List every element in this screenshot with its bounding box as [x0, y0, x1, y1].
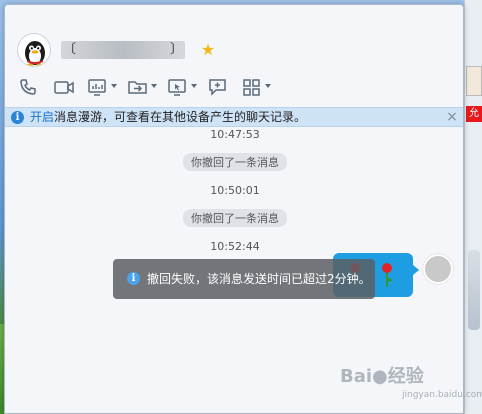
- contact-name[interactable]: 〔 〕: [61, 41, 185, 59]
- info-icon: i: [127, 272, 140, 285]
- roaming-info-message: 消息漫游，可查看在其他设备产生的聊天记录。: [54, 110, 307, 124]
- rose-emoji-icon: [382, 263, 392, 287]
- screen-share-button[interactable]: [83, 75, 113, 99]
- background-window-avatar: [466, 66, 482, 96]
- contact-name-bracket-left: 〔: [63, 42, 77, 57]
- message-timestamp: 10:50:01: [210, 184, 260, 197]
- recall-failed-toast: i 撤回失败，该消息发送时间已超过2分钟。: [113, 259, 375, 299]
- background-window-scrollbar: [468, 250, 480, 330]
- penguin-icon: [25, 41, 45, 66]
- voice-call-button[interactable]: [13, 75, 43, 99]
- info-icon: i: [11, 111, 24, 124]
- recall-notice: 你撤回了一条消息: [183, 153, 287, 171]
- self-avatar[interactable]: [423, 254, 453, 284]
- chat-header: 〔 〕 ★: [5, 5, 463, 105]
- close-icon[interactable]: ×: [445, 108, 459, 126]
- message-timestamp: 10:47:53: [210, 128, 260, 141]
- watermark-url: jingyan.baidu.com: [402, 390, 482, 400]
- create-group-button[interactable]: [203, 75, 233, 99]
- screen-share-icon: [88, 79, 106, 96]
- enable-roaming-link[interactable]: 开启: [30, 110, 54, 124]
- background-window-badge: 允: [466, 106, 482, 122]
- message-timestamp: 10:52:44: [210, 240, 260, 253]
- remote-assist-icon: [168, 79, 186, 96]
- roaming-info-bar: i 开启消息漫游，可查看在其他设备产生的聊天记录。 ×: [5, 107, 463, 127]
- background-window-edge[interactable]: [464, 0, 482, 414]
- remote-assist-dropdown-arrow[interactable]: [191, 84, 197, 88]
- roaming-info-text: 开启消息漫游，可查看在其他设备产生的聊天记录。: [30, 108, 306, 126]
- remote-assist-button[interactable]: [163, 75, 193, 99]
- phone-icon: [20, 79, 36, 95]
- file-transfer-dropdown-arrow[interactable]: [151, 84, 157, 88]
- star-icon[interactable]: ★: [199, 41, 217, 59]
- chat-toolbar: [13, 75, 313, 101]
- create-group-icon: [209, 79, 226, 96]
- app-grid-icon: [243, 79, 260, 96]
- app-grid-button[interactable]: [237, 75, 267, 99]
- contact-avatar[interactable]: [17, 33, 51, 67]
- chat-window: 〔 〕 ★ i 开启消息漫游，可查看在其他设备产生的聊天记录。 × 10:47:…: [4, 4, 464, 414]
- toast-message: 撤回失败，该消息发送时间已超过2分钟。: [147, 272, 371, 286]
- contact-name-bracket-right: 〕: [169, 42, 183, 57]
- video-icon: [54, 81, 74, 94]
- file-transfer-button[interactable]: [123, 75, 153, 99]
- file-transfer-icon: [128, 81, 147, 94]
- video-call-button[interactable]: [49, 75, 79, 99]
- recall-notice: 你撤回了一条消息: [183, 209, 287, 227]
- app-grid-dropdown-arrow[interactable]: [265, 84, 271, 88]
- screen-share-dropdown-arrow[interactable]: [111, 84, 117, 88]
